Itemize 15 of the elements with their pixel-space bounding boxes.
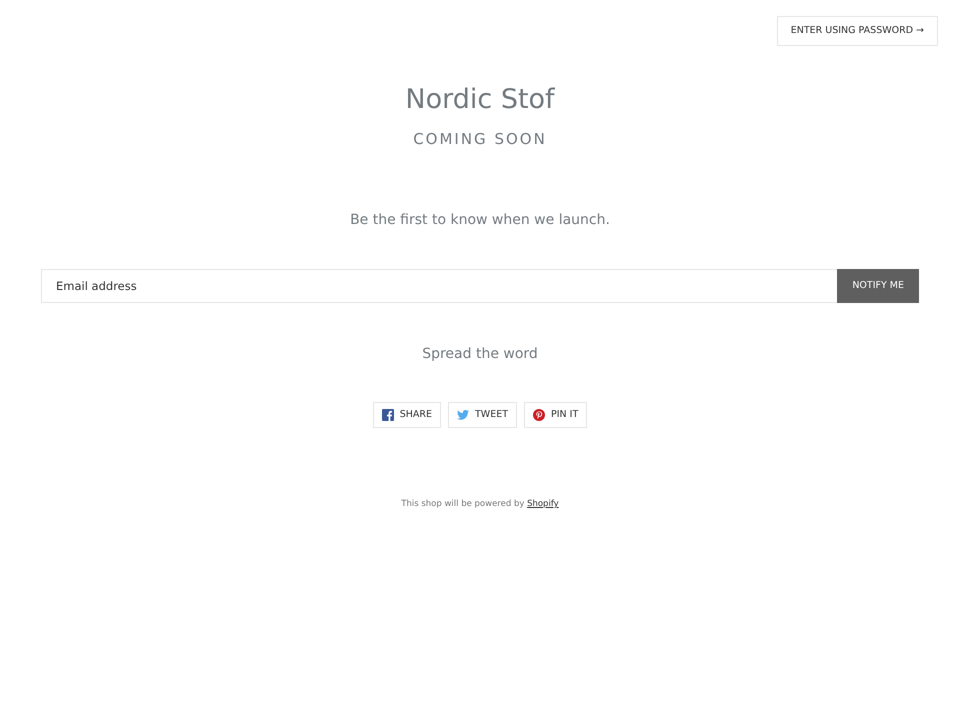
facebook-icon <box>382 409 394 422</box>
password-link[interactable]: ENTER USING PASSWORD → <box>776 16 938 46</box>
twitter-share-button[interactable]: TWEET <box>448 402 518 428</box>
share-heading: Spread the word <box>421 346 539 364</box>
facebook-share-button[interactable]: SHARE <box>372 402 441 428</box>
pinterest-share-button[interactable]: PIN IT <box>524 402 588 428</box>
email-field[interactable]: Email address <box>41 269 838 304</box>
shopify-link[interactable]: Shopify <box>527 499 559 510</box>
coming-soon-text: COMING SOON <box>412 130 548 148</box>
powered-by-text: This shop will be powered by Shopify <box>400 498 560 511</box>
pinterest-icon <box>533 409 546 422</box>
bird-icon <box>457 409 469 422</box>
notify-button[interactable]: NOTIFY ME <box>837 269 919 304</box>
shop-title: Nordic Stof <box>404 84 556 116</box>
tagline: Be the first to know when we launch. <box>349 211 611 230</box>
